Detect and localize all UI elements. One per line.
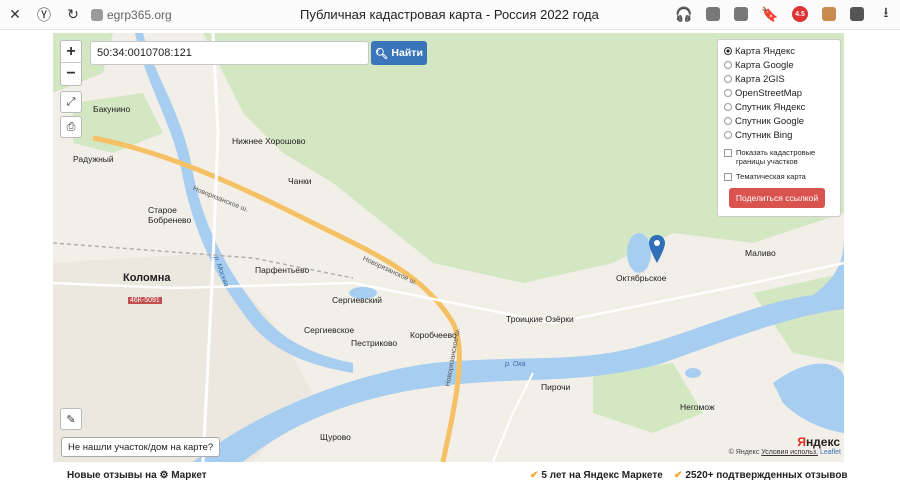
layer-option[interactable]: Спутник Яндекс [724,100,834,114]
market-reviews-link[interactable]: Новые отзывы на ⚙ Маркет [67,470,207,481]
lock-icon [91,8,103,21]
place-pirochi: Пирочи [541,382,571,392]
browser-toolbar: ✕ Ⓨ ↻ egrp365.org Публичная кадастровая … [0,0,900,30]
place-raduzhny: Радужный [73,154,114,164]
extension-icon[interactable] [822,7,836,21]
radio-selected[interactable] [724,47,732,55]
reload-icon[interactable]: ↻ [65,6,81,23]
map-attribution: © Яндекс Условия использ. Leaflet [728,449,841,456]
yandex-icon[interactable]: Ⓨ [36,7,52,23]
radio[interactable] [724,131,732,139]
place-negomozh: Негомож [680,402,715,412]
place-oktyabrskoe: Октябрьское [616,273,667,283]
place-shchurovo: Щурово [320,432,351,442]
place-sergievskoe: Сергиевское [304,325,355,335]
leaflet-link[interactable]: Leaflet [820,449,841,456]
layer-option[interactable]: Спутник Google [724,114,834,128]
place-staroe-bobrenevo: Старое Бобренево [148,205,192,225]
place-parfentevo: Парфентьево [255,265,310,275]
search-button[interactable]: 🔍︎ Найти [371,41,427,65]
fullscreen-button[interactable]: ⤢ [60,91,82,113]
layer-switcher: Карта Яндекс Карта Google Карта 2GIS Ope… [717,39,841,217]
ruler-icon: ✎ [66,413,76,426]
checkbox[interactable] [724,173,732,181]
check-icon: ✔ [530,470,539,481]
page-title: Публичная кадастровая карта - Россия 202… [300,7,599,22]
show-borders-checkbox[interactable]: Показать кадастровые границы участков [724,148,834,166]
layer-option[interactable]: Карта Google [724,58,834,72]
place-bakunino: Бакунино [93,104,131,114]
layer-option[interactable]: Спутник Bing [724,128,834,142]
checkbox[interactable] [724,149,732,157]
reviews-strip: Новые отзывы на ⚙ Маркет ✔ 5 лет на Яндек… [0,466,900,481]
zoom-control: + − [60,40,82,86]
reader-icon[interactable] [734,7,748,21]
print-icon: ⎙ [66,120,76,133]
collections-icon[interactable] [850,7,864,21]
place-pestrikovo: Пестриково [351,338,398,348]
radio[interactable] [724,89,732,97]
address-bar[interactable]: egrp365.org [91,8,172,22]
url-text[interactable]: egrp365.org [107,8,172,22]
place-korobcheevo: Коробчеево [410,330,457,340]
thematic-map-checkbox[interactable]: Тематическая карта [724,172,834,181]
layer-option[interactable]: Карта 2GIS [724,72,834,86]
place-sergievsky: Сергиевский [332,295,383,305]
search-icon: 🔍︎ [375,47,389,60]
place-nizhnee-khoroshovo: Нижнее Хорошово [232,136,306,146]
river-oka-label: р. Ока [505,361,526,368]
measure-button[interactable]: ✎ [60,408,82,430]
headphones-icon[interactable]: 🎧 [675,6,692,22]
check-icon: ✔ [674,470,683,481]
yandex-logo: Яндекс [797,435,840,449]
location-marker-icon[interactable] [649,235,665,263]
download-icon[interactable]: ⭳ [878,4,894,22]
share-link-button[interactable]: Поделиться ссылкой [729,188,825,208]
review-count: ✔ 2520+ подтвержденных отзывов [674,470,848,481]
layer-option[interactable]: OpenStreetMap [724,86,834,100]
extension-badge[interactable]: 4.5 [792,6,808,22]
zoom-in-button[interactable]: + [61,41,81,63]
market-years: ✔ 5 лет на Яндекс Маркете [530,470,663,481]
place-chanki: Чанки [288,176,312,186]
place-malivo: Маливо [745,248,776,258]
expand-icon: ⤢ [66,95,76,108]
not-found-help-button[interactable]: Не нашли участок/дом на карте? [61,437,221,457]
print-button[interactable]: ⎙ [60,116,82,138]
radio[interactable] [724,61,732,69]
translate-icon[interactable] [706,7,720,21]
place-troitskie-ozerki: Троицкие Озёрки [506,314,574,324]
radio[interactable] [724,103,732,111]
radio[interactable] [724,75,732,83]
place-kolomna: Коломна [123,272,171,284]
terms-link[interactable]: Условия использ. [761,449,818,456]
close-icon[interactable]: ✕ [7,6,23,23]
road-code-sign: 46К-5091 [128,297,162,304]
layer-option[interactable]: Карта Яндекс [724,44,834,58]
bookmark-icon[interactable]: 🔖 [761,6,778,22]
cadastral-search-input[interactable] [90,41,369,65]
map-canvas[interactable]: Бакунино Нижнее Хорошово Радужный Чанки … [53,33,844,462]
zoom-out-button[interactable]: − [61,63,81,85]
radio[interactable] [724,117,732,125]
